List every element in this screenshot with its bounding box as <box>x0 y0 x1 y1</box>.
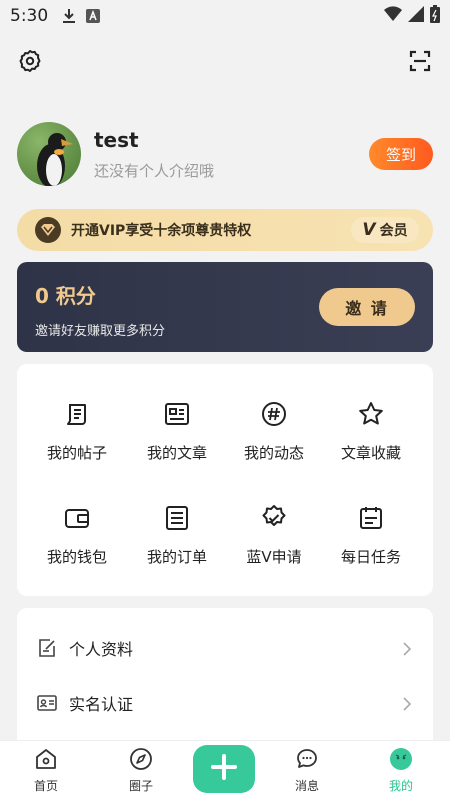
edit-profile-icon <box>37 638 57 658</box>
vip-badge-label: 会员 <box>379 223 408 239</box>
grid-item-my-posts[interactable]: 我的帖子 <box>25 400 129 480</box>
invite-button[interactable]: 邀 请 <box>319 288 415 326</box>
grid-label: 每日任务 <box>340 548 401 566</box>
tab-label: 圈子 <box>128 779 153 793</box>
tab-label: 首页 <box>33 779 58 793</box>
tab-label: 我的 <box>388 779 413 793</box>
chevron-right-icon <box>401 641 413 656</box>
grid-label: 文章收藏 <box>340 444 401 462</box>
order-icon <box>163 504 191 532</box>
tab-circle[interactable]: 圈子 <box>106 747 176 794</box>
grid-label: 我的钱包 <box>46 548 107 566</box>
grid-item-my-orders[interactable]: 我的订单 <box>125 504 229 584</box>
chat-icon <box>295 747 319 771</box>
me-icon <box>389 747 413 771</box>
calendar-task-icon <box>357 504 385 532</box>
grid-label: 我的文章 <box>146 444 207 462</box>
vip-member-badge[interactable]: V 会员 <box>351 217 419 243</box>
chevron-right-icon <box>401 696 413 711</box>
status-time: 5:30 <box>10 6 49 26</box>
hashtag-icon <box>260 400 288 428</box>
id-card-icon <box>37 693 57 713</box>
user-bio: 还没有个人介绍哦 <box>94 162 215 180</box>
avatar[interactable] <box>17 122 81 186</box>
grid-label: 我的订单 <box>146 548 207 566</box>
points-description: 邀请好友赚取更多积分 <box>35 324 166 339</box>
article-icon <box>163 400 191 428</box>
menu-item-label: 个人资料 <box>69 640 134 659</box>
compass-icon <box>129 747 153 771</box>
grid-label: 蓝V申请 <box>246 548 302 566</box>
menu-item-label: 实名认证 <box>69 695 134 714</box>
grid-item-blue-v-apply[interactable]: 蓝V申请 <box>222 504 326 584</box>
battery-icon <box>430 5 440 27</box>
tab-me[interactable]: 我的 <box>366 747 436 794</box>
settings-menu: 个人资料 实名认证 <box>17 608 433 758</box>
tab-label: 消息 <box>294 779 319 793</box>
wifi-icon <box>384 6 402 26</box>
profile-header: test 还没有个人介绍哦 签到 <box>17 122 433 188</box>
points-card: 0 积分 邀请好友赚取更多积分 邀 请 <box>17 262 433 352</box>
home-icon <box>34 747 58 771</box>
grid-item-daily-tasks[interactable]: 每日任务 <box>319 504 423 584</box>
grid-item-my-feed[interactable]: 我的动态 <box>222 400 326 480</box>
tab-messages[interactable]: 消息 <box>272 747 342 794</box>
gear-icon[interactable] <box>17 48 43 74</box>
vip-diamond-icon <box>35 217 61 243</box>
grid-label: 我的动态 <box>243 444 304 462</box>
grid-item-my-wallet[interactable]: 我的钱包 <box>25 504 129 584</box>
signin-button[interactable]: 签到 <box>369 138 433 170</box>
status-bar: 5:30 <box>0 0 450 32</box>
vip-banner[interactable]: 开通VIP享受十余项尊贵特权 V 会员 <box>17 209 433 251</box>
download-icon <box>62 8 76 24</box>
vip-promo-text: 开通VIP享受十余项尊贵特权 <box>71 223 252 239</box>
grid-item-my-articles[interactable]: 我的文章 <box>125 400 229 480</box>
username: test <box>94 128 139 152</box>
signal-icon <box>408 6 424 26</box>
points-value: 0 积分 <box>35 284 96 308</box>
grid-item-article-favorites[interactable]: 文章收藏 <box>319 400 423 480</box>
menu-item-real-name[interactable]: 实名认证 <box>17 675 433 731</box>
add-post-button[interactable] <box>193 745 255 793</box>
grid-label: 我的帖子 <box>46 444 107 462</box>
verified-badge-icon <box>260 504 288 532</box>
scan-icon[interactable] <box>407 48 433 74</box>
plus-icon <box>209 752 239 786</box>
tab-home[interactable]: 首页 <box>11 747 81 794</box>
menu-item-profile[interactable]: 个人资料 <box>17 620 433 676</box>
vip-badge-v: V <box>362 220 376 240</box>
wallet-icon <box>63 504 91 532</box>
post-icon <box>63 400 91 428</box>
star-icon <box>357 400 385 428</box>
a-box-icon <box>86 9 101 23</box>
feature-grid: 我的帖子 我的文章 我的动态 文章收藏 我的钱包 我的订单 蓝V申请 每日任务 <box>17 364 433 596</box>
